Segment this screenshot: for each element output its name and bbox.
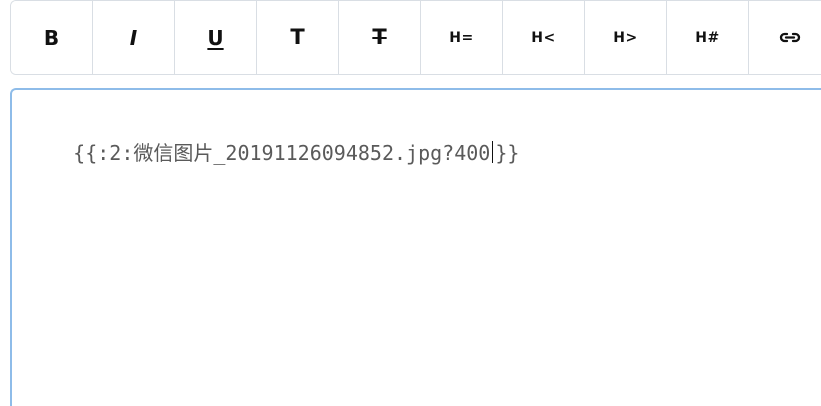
heading-number-button[interactable]: H#	[667, 1, 749, 74]
heading-greater-button[interactable]: H>	[585, 1, 667, 74]
link-icon	[779, 32, 801, 42]
editor-text-after-caret: }}	[495, 141, 520, 165]
link-button[interactable]	[749, 1, 821, 74]
editor-text-before-caret: {{:2:微信图片_20191126094852.jpg?400	[73, 141, 491, 165]
strikethrough-button[interactable]: T	[339, 1, 421, 74]
markup-editor: B I U T T H= H< H> H# {{:2:微信图片_20191126…	[0, 0, 821, 406]
italic-button[interactable]: I	[93, 1, 175, 74]
heading-equal-button[interactable]: H=	[421, 1, 503, 74]
font-button[interactable]: T	[257, 1, 339, 74]
text-caret	[492, 141, 494, 163]
heading-less-button[interactable]: H<	[503, 1, 585, 74]
formatting-toolbar: B I U T T H= H< H> H#	[10, 0, 821, 75]
underline-button[interactable]: U	[175, 1, 257, 74]
bold-button[interactable]: B	[11, 1, 93, 74]
editor-content[interactable]: {{:2:微信图片_20191126094852.jpg?400}}	[25, 111, 519, 195]
